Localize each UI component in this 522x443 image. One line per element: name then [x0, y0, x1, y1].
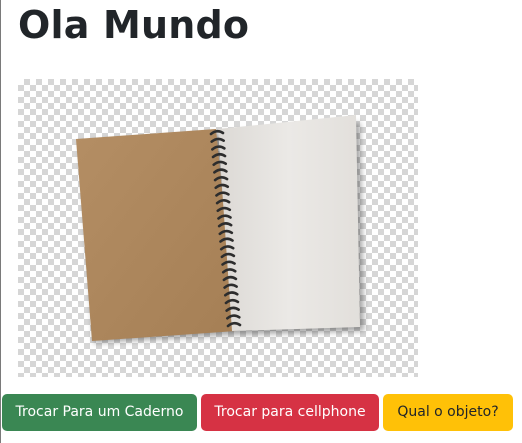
notebook-cover: [76, 129, 236, 341]
swap-to-notebook-button[interactable]: Trocar Para um Caderno: [2, 394, 197, 431]
which-object-button[interactable]: Qual o objeto?: [383, 394, 513, 431]
notebook-illustration: [76, 115, 364, 343]
swap-to-cellphone-button[interactable]: Trocar para cellphone: [201, 394, 379, 431]
page: Ola Mundo Trocar Para um Caderno Trocar …: [0, 0, 522, 443]
object-image: [18, 79, 418, 377]
notebook-page: [218, 115, 360, 331]
page-title: Ola Mundo: [18, 3, 250, 47]
